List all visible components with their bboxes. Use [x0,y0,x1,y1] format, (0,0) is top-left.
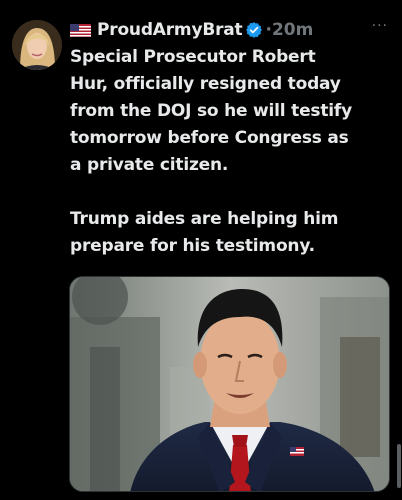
author-display-name[interactable]: ProudArmyBrat [97,20,243,40]
tweet-paragraph: Trump aides are helping him prepare for … [70,209,339,256]
tweet-timestamp[interactable]: ·20m [265,20,313,40]
avatar-image [12,20,62,70]
tweet-header: ProudArmyBrat ·20m [70,17,313,43]
photo-man-in-suit [70,277,389,491]
verified-badge-icon[interactable] [245,21,263,39]
us-flag-icon [70,23,91,37]
tweet-text: Special Prosecutor Robert Hur, officiall… [70,44,392,260]
tweet-card[interactable]: ProudArmyBrat ·20m ··· Special Prosecuto… [0,0,402,500]
tweet-paragraph: Special Prosecutor Robert Hur, officiall… [70,47,352,175]
author-avatar[interactable] [12,20,62,70]
scrollbar-thumb[interactable] [397,444,401,488]
tweet-media-photo[interactable] [69,276,390,492]
more-options-icon[interactable]: ··· [372,18,388,34]
